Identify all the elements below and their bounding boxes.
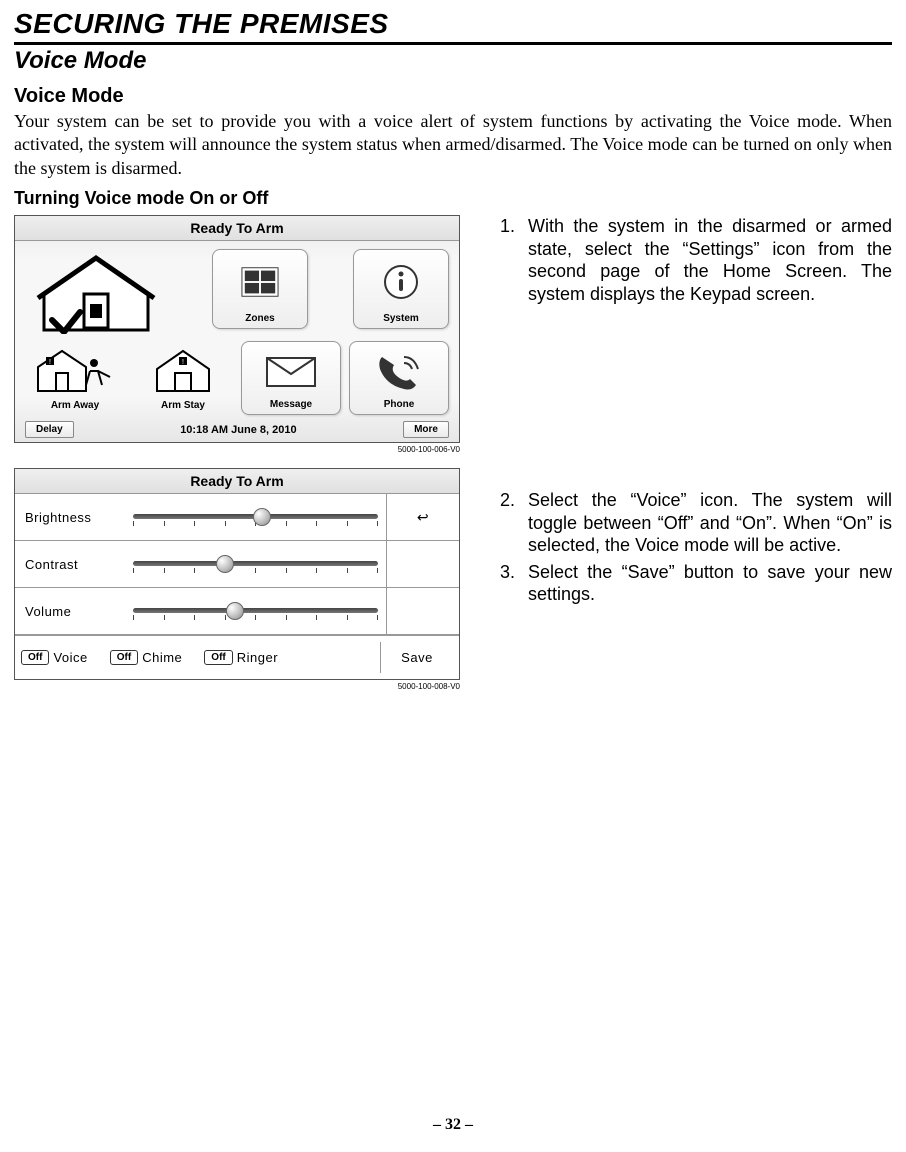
- contrast-label: Contrast: [15, 547, 133, 582]
- status-bar-2: Ready To Arm: [15, 469, 459, 494]
- chime-toggle[interactable]: Off: [110, 650, 138, 665]
- zones-tile[interactable]: Zones: [212, 249, 308, 329]
- zones-label: Zones: [245, 313, 274, 324]
- arm-stay-label: Arm Stay: [161, 400, 205, 411]
- arm-stay-icon: !: [133, 341, 233, 400]
- system-tile[interactable]: System: [353, 249, 449, 329]
- svg-text:!: !: [182, 359, 184, 366]
- brightness-label: Brightness: [15, 500, 133, 535]
- contrast-slider[interactable]: [133, 553, 378, 575]
- ringer-toggle-label: Ringer: [237, 650, 278, 665]
- phone-tile[interactable]: Phone: [349, 341, 449, 415]
- zones-icon: [213, 250, 307, 313]
- brightness-slider[interactable]: [133, 506, 378, 528]
- status-line: 10:18 AM June 8, 2010: [80, 424, 397, 436]
- figure-caption-1: 5000-100-006-V0: [14, 445, 460, 454]
- step-2: 2. Select the “Voice” icon. The system w…: [500, 489, 892, 557]
- envelope-icon: [242, 342, 340, 399]
- save-button[interactable]: Save: [380, 642, 453, 673]
- step-text: Select the “Voice” icon. The system will…: [528, 489, 892, 557]
- step-num: 2.: [500, 489, 528, 557]
- blank-btn-2[interactable]: [386, 588, 459, 634]
- status-bar: Ready To Arm: [15, 216, 459, 241]
- message-tile[interactable]: Message: [241, 341, 341, 415]
- blank-btn-1[interactable]: [386, 541, 459, 587]
- phone-label: Phone: [384, 399, 415, 410]
- step-1: 1. With the system in the disarmed or ar…: [500, 215, 892, 305]
- voice-toggle-label: Voice: [53, 650, 87, 665]
- voice-toggle[interactable]: Off: [21, 650, 49, 665]
- svg-text:!: !: [49, 359, 51, 366]
- phone-icon: [350, 342, 448, 399]
- delay-button[interactable]: Delay: [25, 421, 74, 438]
- more-button[interactable]: More: [403, 421, 449, 438]
- page-title: SECURING THE PREMISES: [14, 8, 892, 40]
- heading-voice-mode: Voice Mode: [14, 85, 892, 108]
- message-label: Message: [270, 399, 312, 410]
- system-label: System: [383, 313, 419, 324]
- house-status-icon: [25, 249, 167, 339]
- arm-away-icon: !: [25, 341, 125, 400]
- step-num: 1.: [500, 215, 528, 305]
- step-text: With the system in the disarmed or armed…: [528, 215, 892, 305]
- keypad-home-screenshot: Ready To Arm: [14, 215, 460, 443]
- heading-turning-voice: Turning Voice mode On or Off: [14, 188, 892, 209]
- section-subtitle: Voice Mode: [14, 47, 892, 75]
- volume-slider[interactable]: [133, 600, 378, 622]
- intro-paragraph: Your system can be set to provide you wi…: [14, 110, 892, 180]
- settings-screenshot: Ready To Arm Brightness ↩: [14, 468, 460, 680]
- arm-away-tile[interactable]: ! Arm Away: [25, 341, 125, 415]
- step-3: 3. Select the “Save” button to save your…: [500, 561, 892, 606]
- step-num: 3.: [500, 561, 528, 606]
- page-number: – 32 –: [0, 1116, 906, 1134]
- chime-toggle-label: Chime: [142, 650, 182, 665]
- step-text: Select the “Save” button to save your ne…: [528, 561, 892, 606]
- ringer-toggle[interactable]: Off: [204, 650, 232, 665]
- arm-away-label: Arm Away: [51, 400, 99, 411]
- figure-caption-2: 5000-100-008-V0: [14, 682, 460, 691]
- arm-stay-tile[interactable]: ! Arm Stay: [133, 341, 233, 415]
- info-icon: [354, 250, 448, 313]
- title-rule: [14, 42, 892, 45]
- volume-label: Volume: [15, 594, 133, 629]
- back-button[interactable]: ↩: [386, 494, 459, 540]
